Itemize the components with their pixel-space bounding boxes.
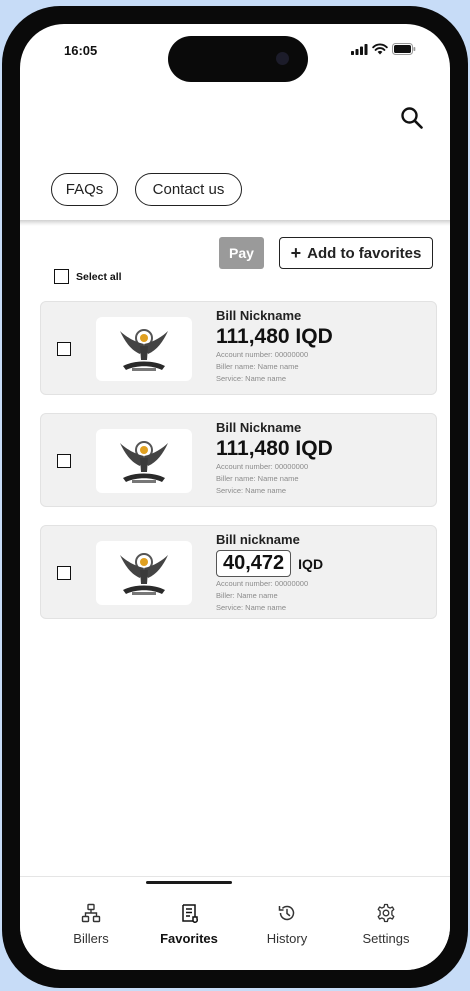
bill-checkbox[interactable]	[57, 566, 71, 580]
gear-icon	[377, 903, 395, 923]
signal-icon	[351, 43, 368, 55]
bill-card[interactable]: Bill Nickname 111,480 IQD Account number…	[40, 413, 437, 507]
pay-button[interactable]: Pay	[219, 237, 264, 269]
eagle-emblem-icon	[120, 441, 168, 483]
account-number: Account number: 00000000	[216, 350, 309, 359]
select-all-checkbox[interactable]	[54, 269, 69, 284]
bill-info: Bill Nickname 111,480 IQD Account number…	[216, 420, 431, 497]
service-name: Service: Name name	[216, 374, 287, 383]
search-icon	[401, 107, 423, 129]
dynamic-island	[168, 36, 308, 82]
nav-favorites[interactable]: Favorites	[149, 903, 229, 946]
battery-icon	[392, 43, 416, 55]
nav-label: Favorites	[160, 931, 218, 946]
contact-us-button[interactable]: Contact us	[135, 173, 242, 206]
phone-frame: 16:05 FAQs Contact us Pay + Add to favor…	[2, 6, 468, 988]
bill-info: Bill Nickname 111,480 IQD Account number…	[216, 308, 431, 385]
home-indicator	[146, 881, 232, 884]
select-all-label: Select all	[76, 270, 122, 283]
app-screen: 16:05 FAQs Contact us Pay + Add to favor…	[20, 24, 450, 970]
biller-logo	[96, 541, 192, 605]
biller-name: Biller name: Name name	[216, 474, 299, 483]
service-name: Service: Name name	[216, 603, 287, 612]
amount-input[interactable]: 40,472	[216, 550, 292, 577]
nav-label: Billers	[73, 931, 109, 946]
bill-card[interactable]: Bill Nickname 111,480 IQD Account number…	[40, 301, 437, 395]
plus-icon: +	[290, 243, 302, 263]
receipt-icon	[182, 904, 198, 923]
biller-logo	[96, 429, 192, 493]
history-icon	[278, 905, 295, 921]
bill-nickname: Bill nickname	[216, 532, 300, 547]
bill-amount: 111,480 IQD	[216, 437, 333, 460]
account-number: Account number: 00000000	[216, 579, 309, 588]
add-to-favorites-label: Add to favorites	[307, 244, 422, 262]
biller-name: Biller: Name name	[216, 591, 278, 600]
faqs-button[interactable]: FAQs	[51, 173, 118, 206]
bill-nickname: Bill Nickname	[216, 308, 302, 323]
eagle-emblem-icon	[120, 329, 168, 371]
nav-label: History	[266, 931, 308, 946]
header-divider	[20, 220, 450, 226]
search-button[interactable]	[394, 100, 430, 136]
bill-nickname: Bill Nickname	[216, 420, 302, 435]
status-icons	[351, 43, 416, 55]
bill-card[interactable]: Bill nickname 40,472 IQD Account number:…	[40, 525, 437, 619]
camera-icon	[276, 52, 289, 65]
biller-name: Biller name: Name name	[216, 362, 299, 371]
bill-checkbox[interactable]	[57, 342, 71, 356]
bill-amount: 111,480 IQD	[216, 325, 333, 348]
account-number: Account number: 00000000	[216, 462, 309, 471]
bill-checkbox[interactable]	[57, 454, 71, 468]
currency-label: IQD	[298, 555, 324, 572]
nav-label: Settings	[362, 931, 410, 946]
nav-settings[interactable]: Settings	[346, 903, 426, 946]
sitemap-icon	[81, 903, 101, 923]
bottom-nav: Billers Favorites History Settings	[20, 876, 450, 970]
add-to-favorites-button[interactable]: + Add to favorites	[279, 237, 433, 269]
eagle-emblem-icon	[120, 553, 168, 595]
nav-history[interactable]: History	[247, 903, 327, 946]
amount-row: 40,472 IQD	[216, 550, 431, 577]
nav-billers[interactable]: Billers	[51, 903, 131, 946]
biller-logo	[96, 317, 192, 381]
service-name: Service: Name name	[216, 486, 287, 495]
select-all-control[interactable]: Select all	[54, 269, 122, 284]
bill-info: Bill nickname 40,472 IQD Account number:…	[216, 532, 431, 614]
status-time: 16:05	[64, 43, 98, 58]
wifi-icon	[372, 43, 388, 55]
